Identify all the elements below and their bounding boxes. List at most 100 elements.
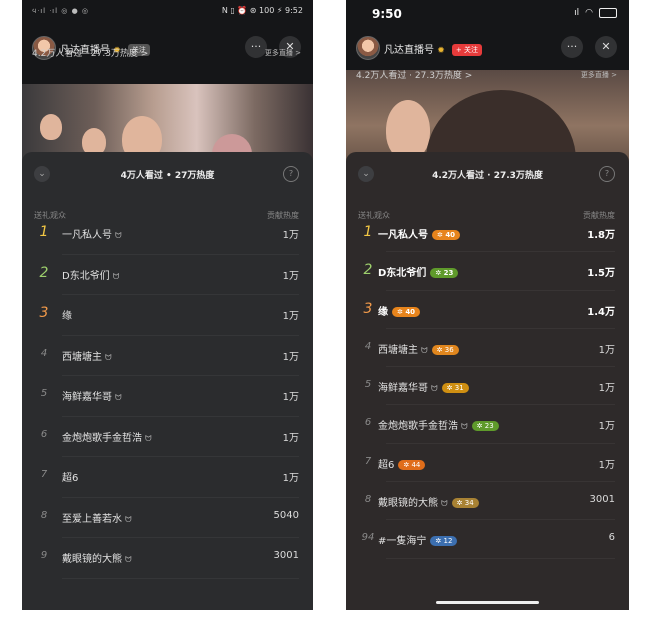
list-item[interactable]: 1 一凡私人号 ✲ 40 1.8万	[346, 214, 629, 253]
viewer-name-text: 海鲜嘉华哥	[62, 392, 112, 403]
fan-bow-icon: ᗢ	[421, 345, 428, 355]
follow-button[interactable]: + 关注	[451, 44, 483, 56]
fan-bow-icon: ᗢ	[125, 555, 132, 564]
status-bar: 9:50 ıl ◠	[346, 0, 629, 22]
more-lives-link[interactable]: 更多直播 >	[265, 48, 301, 58]
column-header: 送礼观众 贡献热度	[22, 196, 313, 220]
viewer-name-text: 至爱上善若水	[62, 513, 122, 525]
list-item[interactable]: 2 D东北爷们 ᗢ 1万	[22, 255, 313, 295]
viewer-name: 戴眼镜的大熊 ᗢ	[62, 550, 132, 565]
list-item[interactable]: 7 超6 1万	[22, 457, 313, 498]
level-number: 12	[443, 537, 453, 546]
rank-number: 6	[364, 417, 372, 429]
rank-number: 2	[39, 264, 49, 281]
more-lives-link[interactable]: 更多直播 >	[581, 70, 617, 80]
list-item[interactable]: 4 西塘塘主 ᗢ ✲ 36 1万	[346, 329, 629, 368]
heat-value: 1万	[282, 392, 299, 403]
list-item[interactable]: 94 #一隻海宁 ✲ 12 6	[346, 520, 629, 559]
view-stats[interactable]: 4.2万人看过 · 27.3万热度 >	[32, 46, 148, 59]
heat-value: 1万	[282, 432, 299, 444]
rank-number: 9	[40, 550, 48, 561]
fan-bow-icon: ᗢ	[145, 433, 152, 443]
level-number: 23	[443, 269, 454, 278]
viewer-name-text: D东北爷们	[62, 270, 110, 282]
viewer-name: 西塘塘主 ᗢ ✲ 36	[378, 341, 459, 356]
list-item[interactable]: 5 海鲜嘉华哥 ᗢ ✲ 31 1万	[346, 367, 629, 406]
view-stats[interactable]: 4.2万人看过 · 27.3万热度 >	[356, 68, 472, 81]
help-icon[interactable]: ?	[599, 166, 615, 182]
panel-header: ⌄ 4.2万人看过 · 27.3万热度 ?	[346, 152, 629, 196]
viewer-name-text: 一凡私人号	[378, 230, 428, 241]
list-item[interactable]: 6 金炮炮歌手金哲浩 ᗢ ✲ 23 1万	[346, 405, 629, 444]
heat-value: 1万	[598, 459, 615, 471]
viewer-name-text: 缘	[378, 306, 388, 318]
fan-bow-icon: ᗢ	[115, 231, 122, 240]
divider	[62, 577, 299, 579]
level-number: 34	[464, 499, 474, 508]
fan-bow-icon: ᗢ	[441, 499, 448, 509]
fan-bow-icon: ᗢ	[125, 514, 132, 524]
viewer-name: 超6 ✲ 44	[378, 456, 426, 471]
ranking-list: 1 一凡私人号 ᗢ 1万 2 D东北爷们 ᗢ 1万 3 缘 1万 4 西塘塘主 ᗢ 1万 5 海鲜嘉华哥 ᗢ 1万 6…	[22, 214, 313, 579]
list-item[interactable]: 8 至爱上善若水 ᗢ 5040	[22, 498, 313, 538]
level-icon: ✲	[446, 384, 455, 393]
list-item[interactable]: 3 缘 ✲ 40 1.4万	[346, 291, 629, 329]
viewer-name-text: #一隻海宁	[378, 536, 427, 548]
list-item[interactable]: 1 一凡私人号 ᗢ 1万	[22, 214, 313, 255]
rank-number: 8	[364, 494, 372, 506]
list-item[interactable]: 4 西塘塘主 ᗢ 1万	[22, 336, 313, 376]
viewer-name: 一凡私人号 ᗢ	[62, 226, 122, 241]
panel-header: ⌄ 4万人看过 • 27万热度 ?	[22, 152, 313, 196]
panel-title: 4.2万人看过 · 27.3万热度	[432, 171, 543, 181]
more-icon[interactable]: ···	[245, 36, 267, 58]
level-icon: ✲	[436, 345, 445, 354]
heat-value: 5040	[273, 509, 299, 521]
list-item[interactable]: 6 金炮炮歌手金哲浩 ᗢ 1万	[22, 417, 313, 457]
viewer-name: D东北爷们 ᗢ	[62, 267, 119, 282]
person	[386, 100, 430, 160]
list-item[interactable]: 7 超6 ✲ 44 1万	[346, 444, 629, 483]
viewer-name-text: 超6	[62, 473, 79, 484]
level-number: 31	[454, 384, 464, 393]
rank-number: 2	[363, 262, 373, 279]
status-right: N ▯ ⏰ ⊛ 100 ⚡ 9:52	[221, 6, 303, 15]
close-icon[interactable]: ✕	[595, 36, 617, 58]
list-item[interactable]: 5 海鲜嘉华哥 ᗢ 1万	[22, 376, 313, 417]
fan-bow-icon: ᗢ	[112, 271, 120, 281]
rank-number: 5	[40, 388, 48, 399]
level-badge: ✲ 34	[451, 498, 479, 509]
level-number: 40	[405, 307, 416, 316]
list-item[interactable]: 3 缘 1万	[22, 295, 313, 336]
viewer-name: 西塘塘主 ᗢ	[62, 348, 112, 363]
viewer-name-text: 西塘塘主	[378, 344, 418, 356]
help-icon[interactable]: ?	[283, 166, 299, 182]
list-item[interactable]: 8 戴眼镜的大熊 ᗢ ✲ 34 3001	[346, 482, 629, 521]
home-indicator[interactable]	[436, 601, 539, 604]
streamer-name[interactable]: 凡达直播号 ✹ + 关注	[384, 41, 483, 56]
viewer-name-text: D东北爷们	[378, 268, 427, 280]
signal-icon: ıl	[574, 8, 580, 18]
viewer-name-text: 戴眼镜的大熊	[378, 498, 438, 510]
level-number: 44	[411, 460, 421, 469]
level-number: 23	[484, 422, 494, 431]
level-icon: ✲	[435, 269, 444, 278]
fan-bow-icon: ᗢ	[115, 393, 122, 402]
heat-value: 3001	[273, 550, 299, 561]
list-item[interactable]: 9 戴眼镜的大熊 ᗢ 3001	[22, 538, 313, 579]
level-icon: ✲	[476, 422, 485, 431]
more-icon[interactable]: ···	[561, 36, 583, 58]
level-badge: ✲ 23	[430, 268, 459, 279]
heat-value: 1.5万	[587, 268, 615, 280]
rank-number: 3	[363, 300, 373, 317]
viewer-name-text: 金炮炮歌手金哲浩	[378, 421, 458, 433]
level-badge: ✲ 40	[392, 306, 421, 317]
list-item[interactable]: 2 D东北爷们 ✲ 23 1.5万	[346, 252, 629, 291]
viewer-name: 缘	[62, 307, 72, 322]
viewer-name-text: 缘	[62, 311, 72, 322]
rank-number: 7	[364, 455, 372, 467]
rank-number: 3	[39, 305, 49, 321]
avatar[interactable]	[356, 36, 380, 60]
wifi-icon: ◠	[585, 8, 593, 18]
status-time: 9:50	[372, 7, 402, 21]
rank-number: 6	[40, 428, 48, 440]
